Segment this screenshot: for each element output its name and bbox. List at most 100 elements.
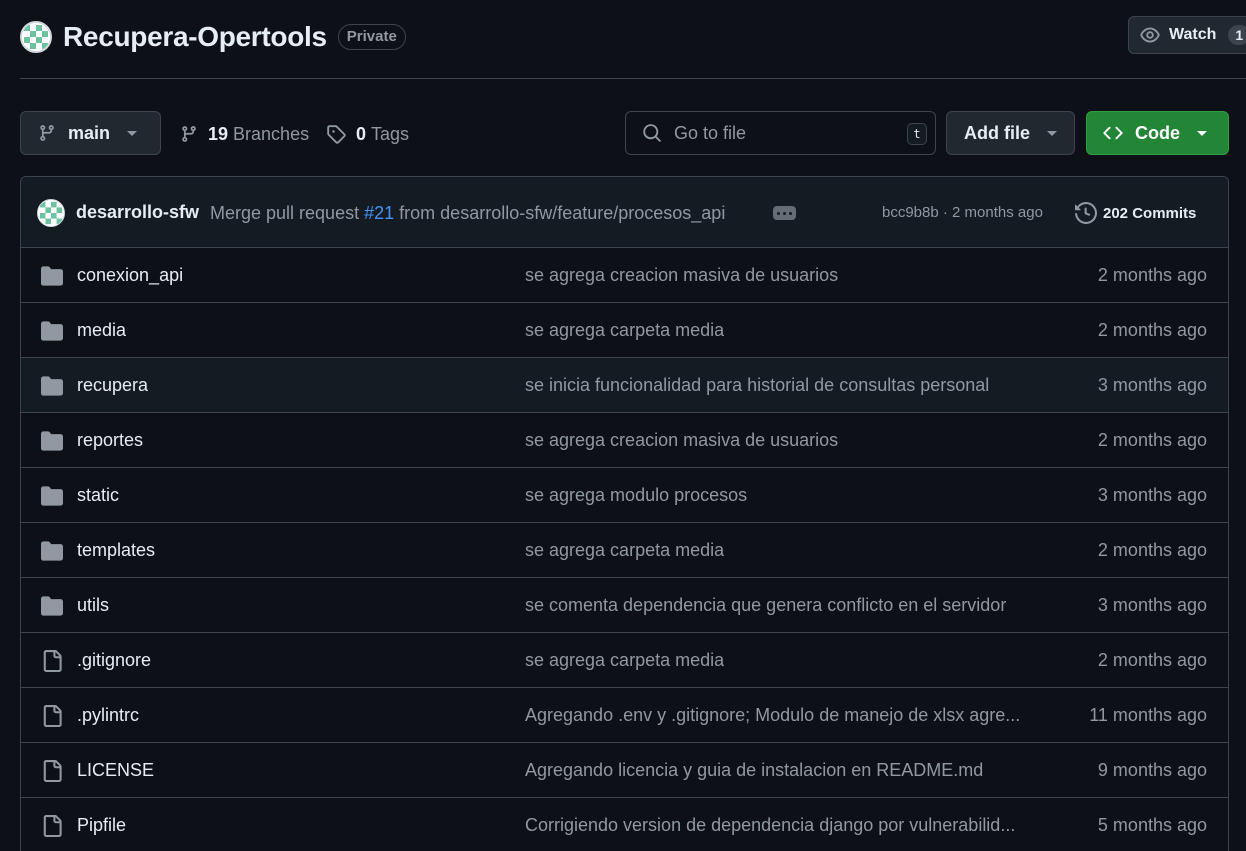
file-name-link[interactable]: utils <box>77 595 109 616</box>
author-avatar[interactable] <box>37 199 65 227</box>
identicon-image <box>38 200 64 226</box>
chevron-down-icon <box>1047 130 1057 136</box>
file-name-link[interactable]: .pylintrc <box>77 705 139 726</box>
file-row[interactable]: media se agrega carpeta media 2 months ago <box>21 303 1228 358</box>
folder-icon <box>41 431 63 451</box>
file-icon <box>43 815 62 837</box>
file-row[interactable]: utils se comenta dependencia que genera c… <box>21 578 1228 633</box>
tag-icon <box>327 125 346 144</box>
search-input[interactable] <box>674 122 894 144</box>
file-icon <box>43 650 62 672</box>
file-table: desarrollo-sfw Merge pull request #21 fr… <box>20 176 1229 851</box>
file-name-link[interactable]: static <box>77 485 119 506</box>
watch-count: 1 <box>1228 25 1246 45</box>
file-commit-message[interactable]: se inicia funcionalidad para historial d… <box>525 375 989 396</box>
repo-name[interactable]: Recupera-Opertools <box>63 21 327 53</box>
file-commit-message[interactable]: Corrigiendo version de dependencia djang… <box>525 815 1015 836</box>
file-commit-message[interactable]: se agrega carpeta media <box>525 320 724 341</box>
go-to-file-search[interactable]: t <box>625 111 936 155</box>
file-name-link[interactable]: reportes <box>77 430 143 451</box>
branches-link[interactable]: 19 Branches <box>180 122 309 146</box>
file-commit-message[interactable]: se agrega creacion masiva de usuarios <box>525 265 838 286</box>
search-icon <box>643 124 661 142</box>
file-row[interactable]: .pylintrc Agregando .env y .gitignore; Mo… <box>21 688 1228 743</box>
tags-count: 0 <box>356 123 367 144</box>
file-commit-date: 3 months ago <box>1097 595 1207 615</box>
file-icon <box>43 705 62 727</box>
commit-sha-and-time[interactable]: bcc9b8b · 2 months ago <box>882 204 1043 221</box>
file-name-link[interactable]: LICENSE <box>77 760 154 781</box>
git-branch-icon <box>40 125 54 141</box>
folder-icon <box>41 265 63 292</box>
file-row[interactable]: static se agrega modulo procesos 3 months … <box>21 468 1228 523</box>
commit-author[interactable]: desarrollo-sfw <box>76 202 199 223</box>
chevron-down-icon <box>127 130 138 136</box>
commit-message-prefix: Merge pull request <box>210 203 360 223</box>
file-row[interactable]: conexion_api se agrega creacion masiva de… <box>21 248 1228 303</box>
file-commit-message[interactable]: se agrega modulo procesos <box>525 485 747 506</box>
code-button[interactable]: Code <box>1086 111 1229 155</box>
commit-message-suffix: from desarrollo-sfw/feature/procesos_api <box>399 203 726 223</box>
file-commit-message[interactable]: se agrega carpeta media <box>525 540 724 561</box>
file-commit-message[interactable]: se agrega creacion masiva de usuarios <box>525 430 838 451</box>
folder-icon <box>41 540 63 567</box>
git-branch-icon <box>182 126 196 142</box>
file-commit-date: 2 months ago <box>1097 430 1207 450</box>
branches-count: 19 <box>208 123 229 144</box>
file-commit-date: 2 months ago <box>1097 320 1207 340</box>
file-commit-date: 3 months ago <box>1097 375 1207 395</box>
tags-link[interactable]: 0 Tags <box>326 122 409 146</box>
repository-page: Recupera-Opertools Private Watch 1 main … <box>0 0 1246 851</box>
watch-button[interactable]: Watch 1 <box>1128 16 1246 54</box>
folder-icon <box>41 375 63 402</box>
keyboard-shortcut-hint: t <box>907 123 927 145</box>
repo-owner-avatar[interactable] <box>20 21 52 53</box>
header-divider <box>20 78 1246 79</box>
commit-message[interactable]: Merge pull request #21 from desarrollo-s… <box>210 203 725 224</box>
commits-history-link[interactable]: 202 Commits <box>1075 202 1196 224</box>
branch-name: main <box>68 122 111 143</box>
file-name-link[interactable]: templates <box>77 540 155 561</box>
eye-icon <box>1140 27 1160 43</box>
file-row[interactable]: templates se agrega carpeta media 2 months… <box>21 523 1228 578</box>
file-icon <box>41 650 63 677</box>
file-name-link[interactable]: conexion_api <box>77 265 183 286</box>
add-file-button[interactable]: Add file <box>946 111 1075 155</box>
repo-header: Recupera-Opertools Private <box>20 16 406 58</box>
file-commit-message[interactable]: se comenta dependencia que genera confli… <box>525 595 1006 616</box>
file-icon <box>43 760 62 782</box>
commits-count: 202 Commits <box>1103 204 1197 222</box>
add-file-label: Add file <box>964 122 1030 143</box>
file-row[interactable]: Pipfile Corrigiendo version de dependenci… <box>21 798 1228 851</box>
file-commit-message[interactable]: Agregando .env y .gitignore; Modulo de m… <box>525 705 1020 726</box>
file-row[interactable]: LICENSE Agregando licencia y guia de inst… <box>21 743 1228 798</box>
tags-label: Tags <box>371 123 410 144</box>
file-icon <box>41 705 63 732</box>
chevron-down-icon <box>1197 130 1207 136</box>
folder-icon <box>41 321 63 341</box>
file-row[interactable]: .gitignore se agrega carpeta media 2 month… <box>21 633 1228 688</box>
file-row[interactable]: recupera se inicia funcionalidad para his… <box>21 358 1228 413</box>
file-name-link[interactable]: recupera <box>77 375 148 396</box>
file-name-link[interactable]: .gitignore <box>77 650 151 671</box>
file-icon <box>41 760 63 787</box>
watch-label: Watch <box>1169 26 1217 43</box>
history-icon <box>1075 202 1097 224</box>
pull-request-link[interactable]: #21 <box>364 203 394 223</box>
folder-icon <box>41 541 63 561</box>
file-commit-message[interactable]: se agrega carpeta media <box>525 650 724 671</box>
file-commit-date: 2 months ago <box>1097 265 1207 285</box>
expand-message-button[interactable] <box>773 206 796 220</box>
folder-icon <box>41 320 63 347</box>
folder-icon <box>41 595 63 622</box>
file-commit-date: 5 months ago <box>1097 815 1207 835</box>
latest-commit-bar: desarrollo-sfw Merge pull request #21 fr… <box>21 177 1228 248</box>
file-row[interactable]: reportes se agrega creacion masiva de usu… <box>21 413 1228 468</box>
file-commit-date: 11 months ago <box>1089 705 1207 725</box>
folder-icon <box>41 596 63 616</box>
branch-select-button[interactable]: main <box>20 111 161 155</box>
file-name-link[interactable]: media <box>77 320 126 341</box>
file-name-link[interactable]: Pipfile <box>77 815 126 836</box>
visibility-badge: Private <box>337 24 406 50</box>
file-commit-message[interactable]: Agregando licencia y guia de instalacion… <box>525 760 983 781</box>
